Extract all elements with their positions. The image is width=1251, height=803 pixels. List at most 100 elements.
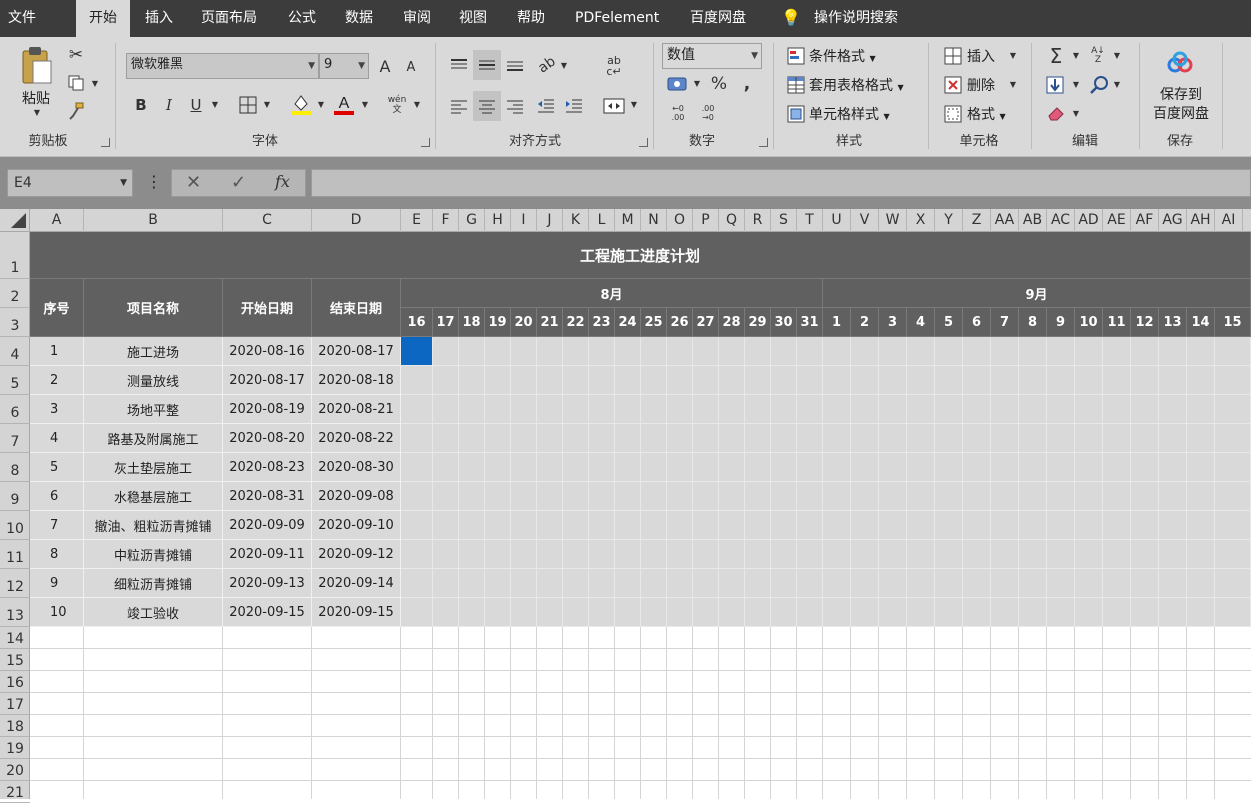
day-header[interactable]: 19 — [485, 308, 511, 337]
gantt-cell[interactable] — [1131, 453, 1159, 482]
gantt-cell[interactable] — [935, 598, 963, 627]
column-header[interactable]: U — [823, 209, 851, 232]
column-header[interactable]: AB — [1019, 209, 1047, 232]
gantt-cell[interactable] — [963, 540, 991, 569]
gantt-cell[interactable] — [401, 453, 433, 482]
task-start-cell[interactable]: 2020-09-09 — [223, 511, 312, 540]
gantt-cell[interactable] — [907, 511, 935, 540]
gantt-cell[interactable] — [615, 453, 641, 482]
gantt-cell[interactable] — [1019, 482, 1047, 511]
gantt-cell[interactable] — [879, 337, 907, 366]
gantt-cell[interactable] — [433, 453, 459, 482]
column-header[interactable]: S — [771, 209, 797, 232]
column-header[interactable]: V — [851, 209, 879, 232]
gantt-cell[interactable] — [589, 598, 615, 627]
gantt-cell[interactable] — [879, 453, 907, 482]
gantt-cell[interactable] — [693, 453, 719, 482]
phonetic-dropdown-icon[interactable]: ▼ — [412, 99, 422, 109]
row-header[interactable]: 6 — [0, 395, 30, 424]
row-header[interactable]: 14 — [0, 627, 30, 649]
gantt-cell[interactable] — [1215, 569, 1251, 598]
gantt-cell[interactable] — [667, 395, 693, 424]
gantt-cell[interactable] — [563, 453, 589, 482]
format-as-table-icon[interactable] — [786, 75, 806, 95]
baidu-netdisk-icon[interactable] — [1165, 51, 1195, 77]
formula-input[interactable] — [311, 169, 1251, 197]
align-right-icon[interactable] — [503, 94, 527, 118]
enter-icon[interactable]: ✓ — [231, 172, 246, 193]
gantt-cell[interactable] — [693, 569, 719, 598]
gantt-cell[interactable] — [511, 395, 537, 424]
day-header[interactable]: 22 — [563, 308, 589, 337]
gantt-cell[interactable] — [589, 395, 615, 424]
format-as-table-button[interactable]: 套用表格格式 ▼ — [809, 75, 904, 95]
gantt-cell[interactable] — [719, 395, 745, 424]
gantt-cell[interactable] — [537, 337, 563, 366]
gantt-cell[interactable] — [797, 569, 823, 598]
gantt-cell[interactable] — [851, 337, 879, 366]
gantt-cell[interactable] — [563, 337, 589, 366]
selected-cell[interactable] — [401, 337, 433, 366]
gantt-cell[interactable] — [433, 511, 459, 540]
find-select-icon[interactable] — [1088, 74, 1110, 96]
align-left-icon[interactable] — [447, 94, 471, 118]
gantt-cell[interactable] — [1131, 337, 1159, 366]
gantt-cell[interactable] — [1215, 540, 1251, 569]
gantt-cell[interactable] — [963, 337, 991, 366]
task-name-cell[interactable]: 场地平整 — [84, 395, 223, 424]
gantt-cell[interactable] — [935, 337, 963, 366]
font-size-combo[interactable]: 9 ▼ — [319, 53, 369, 79]
row-header[interactable]: 12 — [0, 569, 30, 598]
gantt-cell[interactable] — [667, 424, 693, 453]
gantt-cell[interactable] — [1047, 337, 1075, 366]
gantt-cell[interactable] — [991, 337, 1019, 366]
cut-icon[interactable]: ✂ — [66, 45, 86, 65]
gantt-cell[interactable] — [771, 598, 797, 627]
gantt-cell[interactable] — [693, 337, 719, 366]
gantt-cell[interactable] — [823, 337, 851, 366]
task-name-cell[interactable]: 路基及附属施工 — [84, 424, 223, 453]
gantt-cell[interactable] — [1159, 540, 1187, 569]
gantt-cell[interactable] — [1131, 395, 1159, 424]
day-header[interactable]: 30 — [771, 308, 797, 337]
task-name-cell[interactable]: 灰土垫层施工 — [84, 453, 223, 482]
paste-button[interactable]: 粘贴 — [22, 88, 50, 108]
day-header[interactable]: 12 — [1131, 308, 1159, 337]
bold-button[interactable]: B — [132, 94, 150, 116]
shrink-font-icon[interactable]: A — [402, 57, 420, 77]
gantt-cell[interactable] — [459, 395, 485, 424]
gantt-cell[interactable] — [991, 424, 1019, 453]
month-header[interactable]: 9月 — [823, 279, 1251, 308]
day-header[interactable]: 7 — [991, 308, 1019, 337]
gantt-cell[interactable] — [797, 424, 823, 453]
gantt-cell[interactable] — [641, 395, 667, 424]
gantt-cell[interactable] — [485, 395, 511, 424]
task-start-cell[interactable]: 2020-09-13 — [223, 569, 312, 598]
gantt-cell[interactable] — [563, 511, 589, 540]
day-header[interactable]: 9 — [1047, 308, 1075, 337]
gantt-cell[interactable] — [537, 482, 563, 511]
insert-cells-button[interactable]: 插入 — [967, 46, 995, 66]
column-header[interactable]: P — [693, 209, 719, 232]
gantt-cell[interactable] — [589, 424, 615, 453]
gantt-cell[interactable] — [823, 482, 851, 511]
gantt-cell[interactable] — [935, 540, 963, 569]
gantt-cell[interactable] — [511, 540, 537, 569]
gantt-cell[interactable] — [641, 569, 667, 598]
day-header[interactable]: 3 — [879, 308, 907, 337]
gantt-cell[interactable] — [693, 482, 719, 511]
gantt-cell[interactable] — [1075, 569, 1103, 598]
gantt-cell[interactable] — [935, 482, 963, 511]
menu-tab[interactable]: PDFelement — [575, 0, 659, 37]
task-start-cell[interactable]: 2020-08-17 — [223, 366, 312, 395]
gantt-cell[interactable] — [511, 598, 537, 627]
gantt-cell[interactable] — [907, 366, 935, 395]
gantt-cell[interactable] — [935, 395, 963, 424]
gantt-cell[interactable] — [719, 569, 745, 598]
task-seq-cell[interactable]: 5 — [30, 453, 84, 482]
insert-function-icon[interactable]: fx — [275, 172, 290, 191]
task-seq-cell[interactable]: 6 — [30, 482, 84, 511]
name-box[interactable]: E4 ▼ — [7, 169, 133, 197]
gantt-cell[interactable] — [401, 366, 433, 395]
task-end-cell[interactable]: 2020-09-12 — [312, 540, 401, 569]
